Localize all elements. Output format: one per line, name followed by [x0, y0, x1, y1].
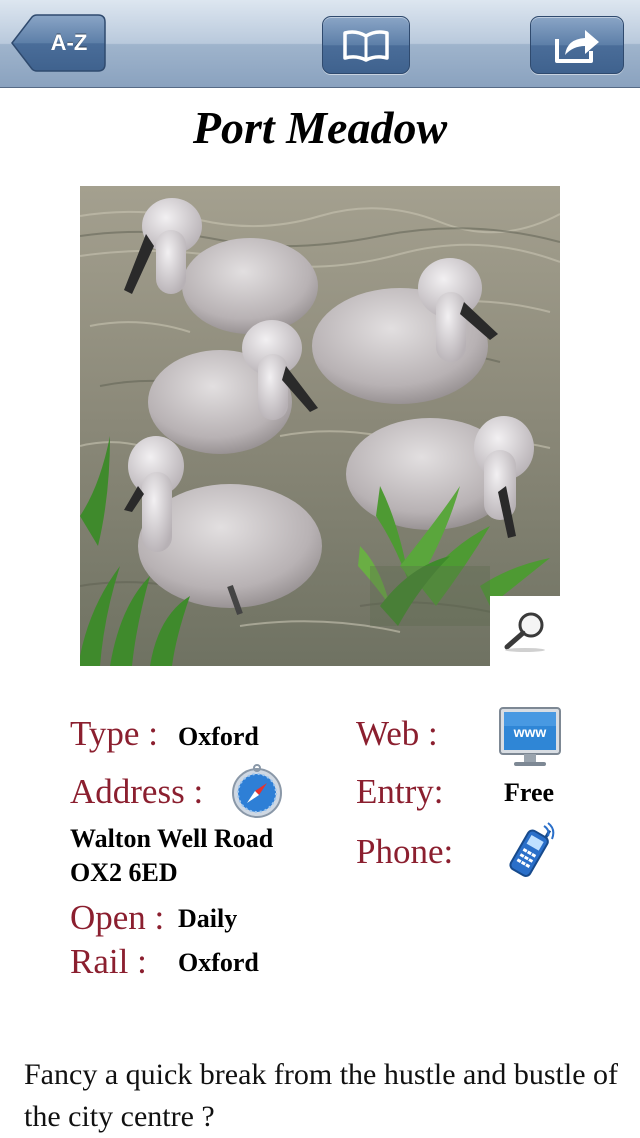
magnifier-icon [504, 612, 545, 652]
www-icon-text: www [513, 724, 547, 740]
zoom-button[interactable] [490, 596, 560, 666]
share-button[interactable] [530, 16, 624, 74]
entry-label: Entry: [356, 772, 444, 811]
address-label: Address : [70, 772, 204, 811]
page-title: Port Meadow [192, 102, 448, 153]
bookmarks-button[interactable] [322, 16, 410, 74]
entry-value: Free [504, 778, 555, 807]
type-value: Oxford [178, 722, 259, 751]
type-label: Type : [70, 714, 158, 753]
place-photo[interactable] [80, 186, 560, 666]
rail-label: Rail : [70, 942, 147, 981]
rail-value: Oxford [178, 948, 259, 977]
open-value: Daily [178, 904, 238, 933]
description-text: Fancy a quick break from the hustle and … [24, 1058, 618, 1133]
phone-label: Phone: [356, 832, 454, 871]
web-label: Web : [356, 714, 438, 753]
back-button-label: A-Z [50, 30, 88, 55]
compass-icon[interactable] [230, 764, 284, 823]
share-icon [555, 30, 599, 63]
book-icon [343, 30, 389, 62]
address-line-1: Walton Well Road [70, 824, 274, 853]
navigation-bar: A-Z [0, 0, 640, 88]
www-icon[interactable]: www [498, 706, 562, 773]
cygnets-image [80, 186, 560, 666]
open-label: Open : [70, 898, 165, 937]
mobile-phone-icon[interactable] [506, 822, 556, 887]
address-line-2: OX2 6ED [70, 858, 178, 887]
back-button[interactable]: A-Z [10, 14, 106, 72]
